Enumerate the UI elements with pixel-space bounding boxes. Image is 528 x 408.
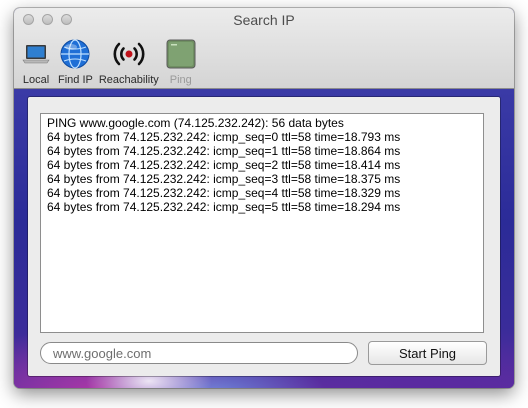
terminal-icon bbox=[165, 38, 197, 70]
window-title: Search IP bbox=[233, 12, 295, 28]
toolbar-item-find-ip[interactable]: Find IP bbox=[58, 38, 93, 86]
log-line: 64 bytes from 74.125.232.242: icmp_seq=1… bbox=[47, 144, 401, 158]
toolbar-item-ping[interactable]: Ping bbox=[165, 38, 197, 86]
ping-panel: PING www.google.com (74.125.232.242): 56… bbox=[28, 97, 500, 376]
ping-output[interactable]: PING www.google.com (74.125.232.242): 56… bbox=[40, 113, 484, 333]
log-line: 64 bytes from 74.125.232.242: icmp_seq=2… bbox=[47, 158, 401, 172]
toolbar-label: Local bbox=[22, 74, 50, 86]
toolbar-item-local[interactable]: Local bbox=[20, 38, 52, 86]
toolbar: Local Find IP Reachability Ping bbox=[20, 38, 203, 86]
toolbar-label: Reachability bbox=[98, 74, 159, 86]
broadcast-icon bbox=[113, 38, 145, 70]
laptop-icon bbox=[20, 38, 52, 70]
globe-icon bbox=[59, 38, 91, 70]
log-line: PING www.google.com (74.125.232.242): 56… bbox=[47, 116, 344, 130]
host-input[interactable] bbox=[40, 342, 358, 364]
app-window: Search IP Local Find IP Reachability Pin… bbox=[14, 8, 514, 388]
toolbar-label: Ping bbox=[169, 74, 192, 86]
log-line: 64 bytes from 74.125.232.242: icmp_seq=4… bbox=[47, 186, 401, 200]
content-area: PING www.google.com (74.125.232.242): 56… bbox=[14, 89, 514, 388]
toolbar-label: Find IP bbox=[58, 74, 93, 86]
toolbar-item-reachability[interactable]: Reachability bbox=[99, 38, 159, 86]
log-line: 64 bytes from 74.125.232.242: icmp_seq=3… bbox=[47, 172, 401, 186]
start-ping-button[interactable]: Start Ping bbox=[368, 341, 487, 365]
log-line: 64 bytes from 74.125.232.242: icmp_seq=5… bbox=[47, 200, 401, 214]
log-line: 64 bytes from 74.125.232.242: icmp_seq=0… bbox=[47, 130, 401, 144]
title-bar: Search IP Local Find IP Reachability Pin… bbox=[14, 8, 514, 89]
